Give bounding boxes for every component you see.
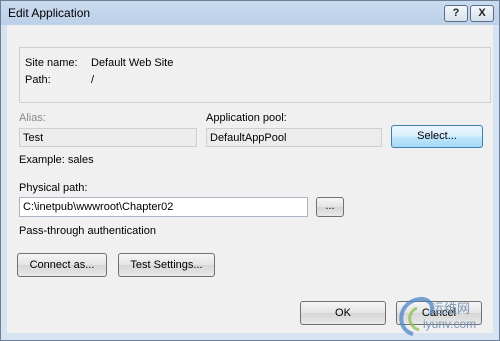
connect-as-button[interactable]: Connect as... — [17, 253, 107, 277]
alias-example: Example: sales — [19, 154, 94, 166]
select-app-pool-button[interactable]: Select... — [391, 125, 483, 148]
physical-path-label: Physical path: — [19, 182, 88, 194]
edit-application-dialog: Edit Application ? X Site name: Default … — [0, 0, 500, 341]
app-pool-label: Application pool: — [206, 112, 287, 124]
test-settings-button[interactable]: Test Settings... — [118, 253, 215, 277]
watermark-text-line1: 运维网 — [431, 301, 471, 316]
watermark-logo: 运维网 iyunv.com — [393, 294, 497, 338]
pass-through-auth-label: Pass-through authentication — [19, 225, 156, 237]
title-bar: Edit Application ? X — [1, 1, 499, 25]
alias-field: Test — [19, 128, 197, 147]
site-info-box — [19, 47, 491, 103]
help-button[interactable]: ? — [444, 5, 468, 22]
alias-label: Alias: — [19, 112, 46, 124]
physical-path-input[interactable]: C:\inetpub\wwwroot\Chapter02 — [19, 197, 308, 217]
help-icon: ? — [452, 7, 460, 19]
app-pool-field: DefaultAppPool — [206, 128, 382, 147]
close-button[interactable]: X — [470, 5, 494, 22]
close-icon: X — [478, 7, 486, 19]
dialog-body: Site name: Default Web Site Path: / Alia… — [7, 25, 493, 333]
browse-path-button[interactable]: ... — [316, 197, 344, 217]
site-name-label: Site name: — [25, 57, 78, 69]
path-value: / — [91, 74, 95, 86]
path-label: Path: — [25, 74, 51, 86]
watermark-text-line2: iyunv.com — [423, 317, 477, 331]
site-name-value: Default Web Site — [91, 57, 174, 69]
ok-button[interactable]: OK — [300, 301, 386, 325]
window-title: Edit Application — [8, 6, 91, 20]
